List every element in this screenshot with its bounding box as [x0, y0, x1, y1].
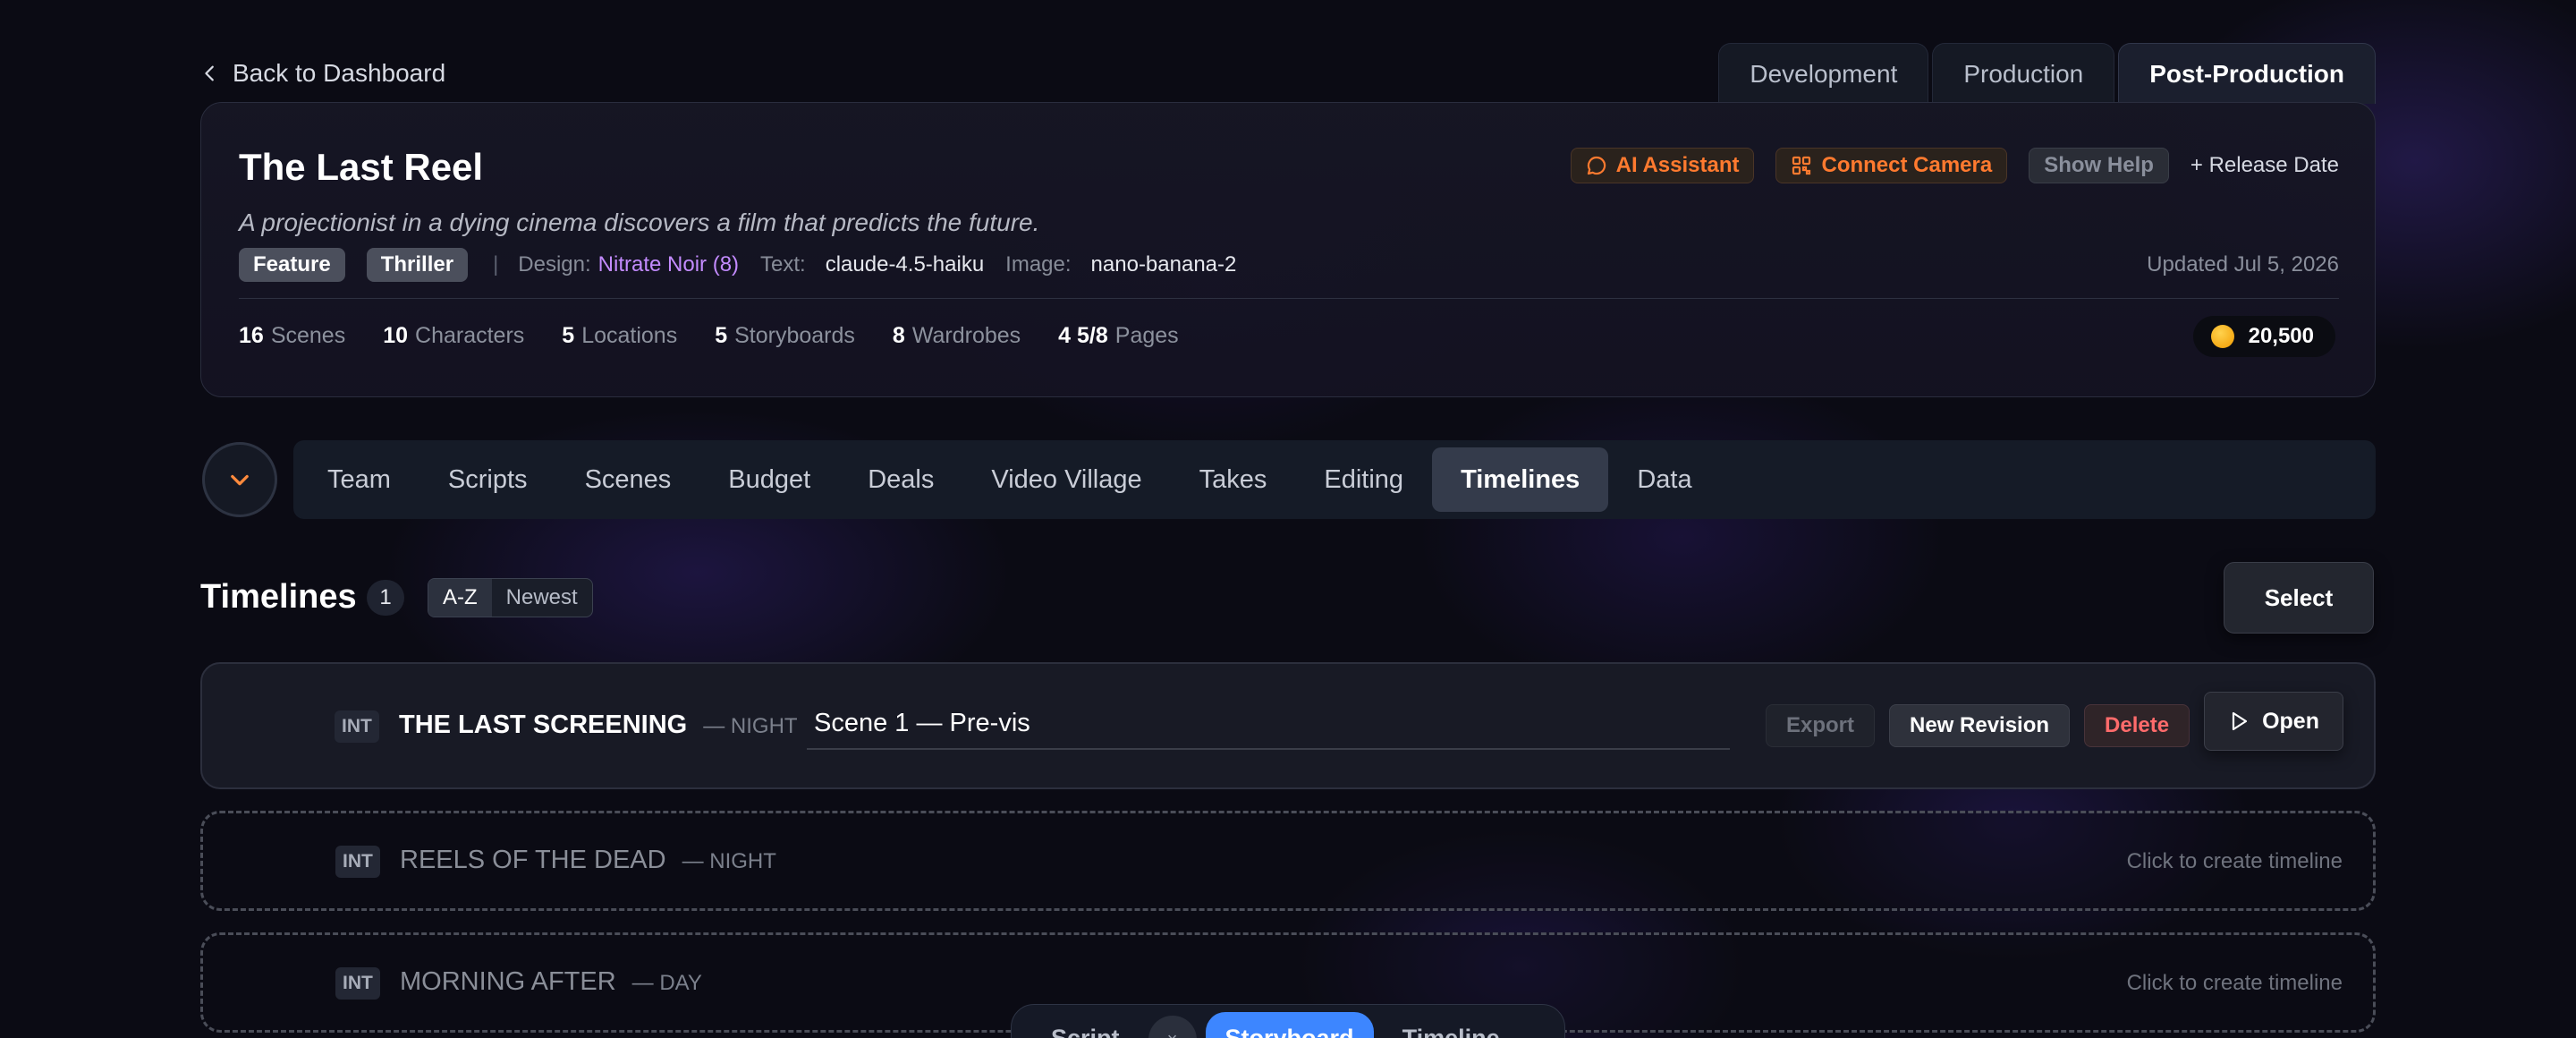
- page-title: Timelines: [200, 578, 357, 616]
- tab-deals[interactable]: Deals: [839, 447, 962, 512]
- close-icon[interactable]: ×: [1148, 1016, 1197, 1038]
- chevron-left-icon: [205, 65, 214, 81]
- tab-scenes[interactable]: Scenes: [556, 447, 700, 512]
- project-title: The Last Reel: [239, 146, 484, 188]
- sort-az-button[interactable]: A-Z: [428, 579, 492, 617]
- chevron-down-icon: [231, 474, 249, 486]
- text-model-value: claude-4.5-haiku: [825, 252, 985, 277]
- section-nav: Team Scripts Scenes Budget Deals Video V…: [293, 440, 2376, 519]
- tab-data[interactable]: Data: [1608, 447, 1720, 512]
- scene-time: — NIGHT: [703, 714, 798, 738]
- view-script-button[interactable]: Script: [1031, 1012, 1140, 1038]
- connect-camera-label: Connect Camera: [1821, 153, 1993, 177]
- timeline-count-badge: 1: [367, 580, 404, 616]
- phase-tabs: Development Production Post-Production: [1715, 43, 2376, 104]
- open-label: Open: [2262, 708, 2319, 734]
- scene-heading: REELS OF THE DEAD — NIGHT: [400, 846, 776, 874]
- image-model-value: nano-banana-2: [1090, 252, 1237, 277]
- scene-time: — NIGHT: [682, 849, 776, 873]
- select-button[interactable]: Select: [2224, 562, 2374, 634]
- timeline-name-input[interactable]: [807, 698, 1730, 750]
- view-timeline-button[interactable]: Timeline: [1383, 1012, 1520, 1038]
- chat-bubble-icon: [1587, 156, 1606, 175]
- coin-icon: [2210, 325, 2234, 348]
- tab-team[interactable]: Team: [299, 447, 419, 512]
- tab-video-village[interactable]: Video Village: [962, 447, 1170, 512]
- project-card: The Last Reel AI Assistant Connect Camer…: [200, 102, 2376, 397]
- stat-wardrobes: 8 Wardrobes: [892, 323, 1021, 348]
- qr-grid-icon: [1792, 156, 1811, 175]
- stat-characters: 10 Characters: [383, 323, 525, 348]
- tag-thriller: Thriller: [366, 248, 469, 282]
- stat-pages: 4 5/8 Pages: [1058, 323, 1179, 348]
- open-button[interactable]: Open: [2204, 692, 2343, 751]
- export-button[interactable]: Export: [1765, 703, 1875, 747]
- tab-production[interactable]: Production: [1932, 43, 2115, 104]
- row-actions: Export New Revision Delete Open: [1765, 692, 2343, 751]
- sort-toggle: A-Z Newest: [428, 578, 593, 617]
- empty-timeline-row[interactable]: INT REELS OF THE DEAD — NIGHT Click to cr…: [200, 811, 2376, 911]
- scene-time: — DAY: [631, 971, 702, 995]
- text-model-label: Text:: [760, 252, 806, 277]
- release-date-button[interactable]: + Release Date: [2190, 153, 2339, 178]
- int-badge: INT: [335, 710, 379, 743]
- timeline-row[interactable]: INT THE LAST SCREENING— NIGHT Export New…: [200, 662, 2376, 789]
- ai-assistant-label: AI Assistant: [1615, 153, 1740, 177]
- create-timeline-hint: Click to create timeline: [2126, 971, 2343, 995]
- back-link-label: Back to Dashboard: [233, 59, 446, 87]
- project-actions: AI Assistant Connect Camera Show Help + …: [1570, 148, 2339, 183]
- create-timeline-hint: Click to create timeline: [2126, 849, 2343, 873]
- stat-locations: 5 Locations: [562, 323, 678, 348]
- new-revision-button[interactable]: New Revision: [1889, 703, 2071, 747]
- tab-takes[interactable]: Takes: [1171, 447, 1296, 512]
- card-divider: [239, 298, 2339, 299]
- stat-storyboards: 5 Storyboards: [715, 323, 855, 348]
- play-icon: [2232, 711, 2248, 731]
- stat-scenes: 16 Scenes: [239, 323, 346, 348]
- connect-camera-button[interactable]: Connect Camera: [1775, 148, 2008, 183]
- project-stats: 16 Scenes 10 Characters 5 Locations 5 Storyb…: [239, 323, 1179, 349]
- scene-heading: THE LAST SCREENING — NIGHT: [399, 710, 798, 739]
- updated-date: Updated Jul 5, 2026: [2147, 252, 2339, 277]
- tab-development[interactable]: Development: [1718, 43, 1929, 104]
- ai-assistant-button[interactable]: AI Assistant: [1570, 148, 1755, 183]
- meta-separator: |: [493, 252, 499, 277]
- coin-amount: 20,500: [2248, 324, 2314, 348]
- view-switcher: Script × Storyboard Timeline: [1011, 1004, 1565, 1038]
- tab-scripts[interactable]: Scripts: [419, 447, 556, 512]
- tab-budget[interactable]: Budget: [699, 447, 839, 512]
- collapse-toggle-button[interactable]: [202, 442, 277, 517]
- project-meta: Feature Thriller | Design: Nitrate Noir …: [239, 248, 2339, 282]
- design-value[interactable]: Nitrate Noir (8): [598, 252, 739, 277]
- sort-newest-button[interactable]: Newest: [492, 579, 592, 617]
- back-to-dashboard-link[interactable]: Back to Dashboard: [200, 59, 445, 88]
- int-badge: INT: [335, 846, 380, 878]
- tag-feature: Feature: [239, 248, 345, 282]
- view-storyboard-button[interactable]: Storyboard: [1205, 1012, 1374, 1038]
- tab-timelines[interactable]: Timelines: [1432, 447, 1609, 512]
- coin-balance[interactable]: 20,500: [2192, 316, 2335, 357]
- tab-post-production[interactable]: Post-Production: [2118, 43, 2376, 104]
- image-model-label: Image:: [1005, 252, 1072, 277]
- scene-heading: MORNING AFTER — DAY: [400, 967, 702, 996]
- int-badge: INT: [335, 967, 380, 1000]
- design-label: Design:: [518, 252, 591, 277]
- tab-editing[interactable]: Editing: [1295, 447, 1432, 512]
- show-help-button[interactable]: Show Help: [2029, 148, 2169, 183]
- delete-button[interactable]: Delete: [2084, 703, 2190, 747]
- project-logline: A projectionist in a dying cinema discov…: [239, 208, 1040, 236]
